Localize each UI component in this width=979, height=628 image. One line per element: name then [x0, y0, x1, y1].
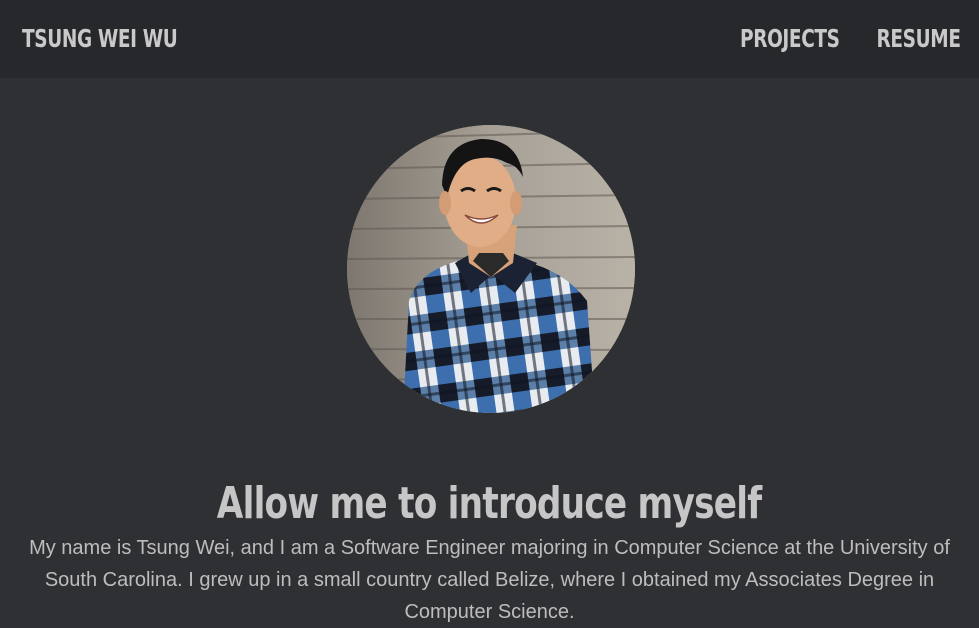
nav-link-resume[interactable]: RESUME: [877, 24, 961, 54]
intro-heading: Allow me to introduce myself: [0, 477, 979, 531]
intro-paragraph: My name is Tsung Wei, and I am a Softwar…: [29, 537, 950, 623]
navbar: TSUNG WEI WU PROJECTS RESUME: [0, 0, 979, 78]
nav-link-projects[interactable]: PROJECTS: [740, 24, 840, 54]
profile-photo-illustration: [347, 125, 635, 413]
brand-link[interactable]: TSUNG WEI WU: [22, 24, 178, 54]
profile-photo: [347, 125, 635, 413]
intro-heading-text: Allow me to introduce myself: [217, 478, 762, 530]
